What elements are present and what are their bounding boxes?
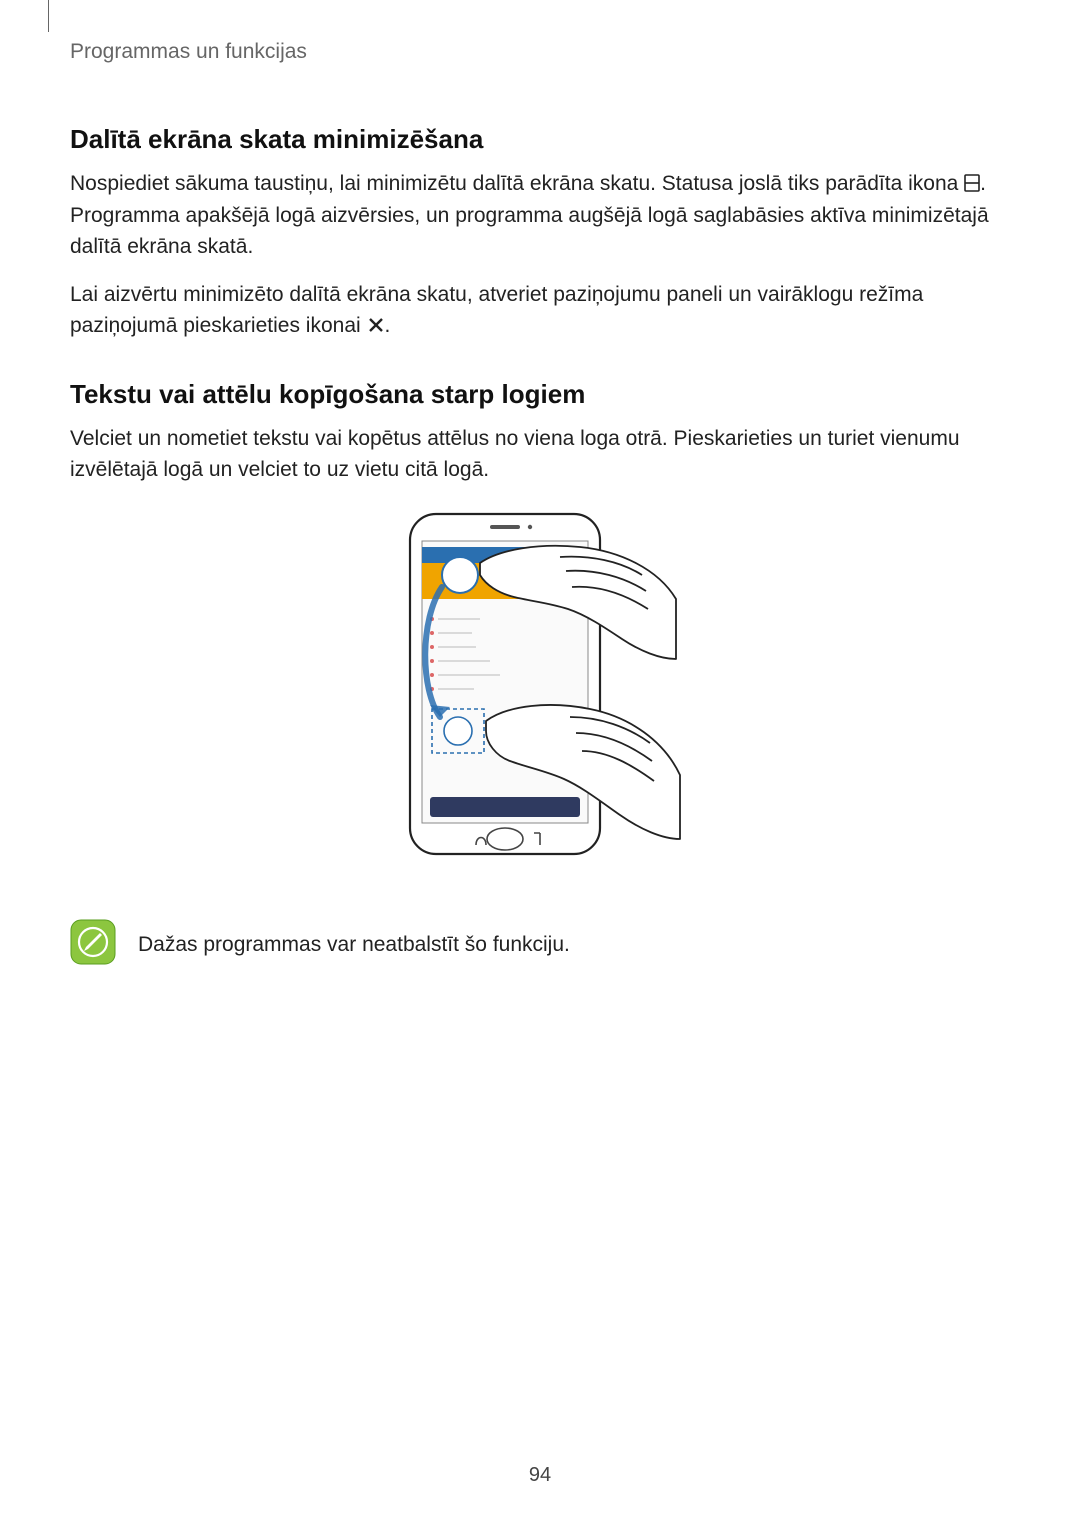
text-fragment: Lai aizvērtu minimizēto dalītā ekrāna sk… [70,283,923,336]
close-icon [367,313,385,343]
section-minimize: Dalītā ekrāna skata minimizēšana Nospied… [70,124,1010,343]
running-head: Programmas un funkcijas [70,40,1010,64]
heading-share: Tekstu vai attēlu kopīgošana starp logie… [70,379,1010,410]
text-fragment: . [385,314,391,337]
text-fragment: Nospiediet sākuma taustiņu, lai minimizē… [70,172,964,195]
note-pen-icon [70,919,116,970]
paragraph-minimize-1: Nospiediet sākuma taustiņu, lai minimizē… [70,169,1010,262]
note: Dažas programmas var neatbalstīt šo funk… [70,919,1010,970]
crop-mark [48,0,49,32]
paragraph-minimize-2: Lai aizvērtu minimizēto dalītā ekrāna sk… [70,280,1010,343]
page-number: 94 [0,1464,1080,1487]
split-screen-icon [964,171,980,201]
illustration-drag-drop [70,509,1010,879]
note-text: Dažas programmas var neatbalstīt šo funk… [138,933,570,957]
heading-minimize: Dalītā ekrāna skata minimizēšana [70,124,1010,155]
page: Programmas un funkcijas Dalītā ekrāna sk… [0,0,1080,1527]
phone-illustration [390,509,690,879]
section-share: Tekstu vai attēlu kopīgošana starp logie… [70,379,1010,879]
paragraph-share-1: Velciet un nometiet tekstu vai kopētus a… [70,424,1010,485]
